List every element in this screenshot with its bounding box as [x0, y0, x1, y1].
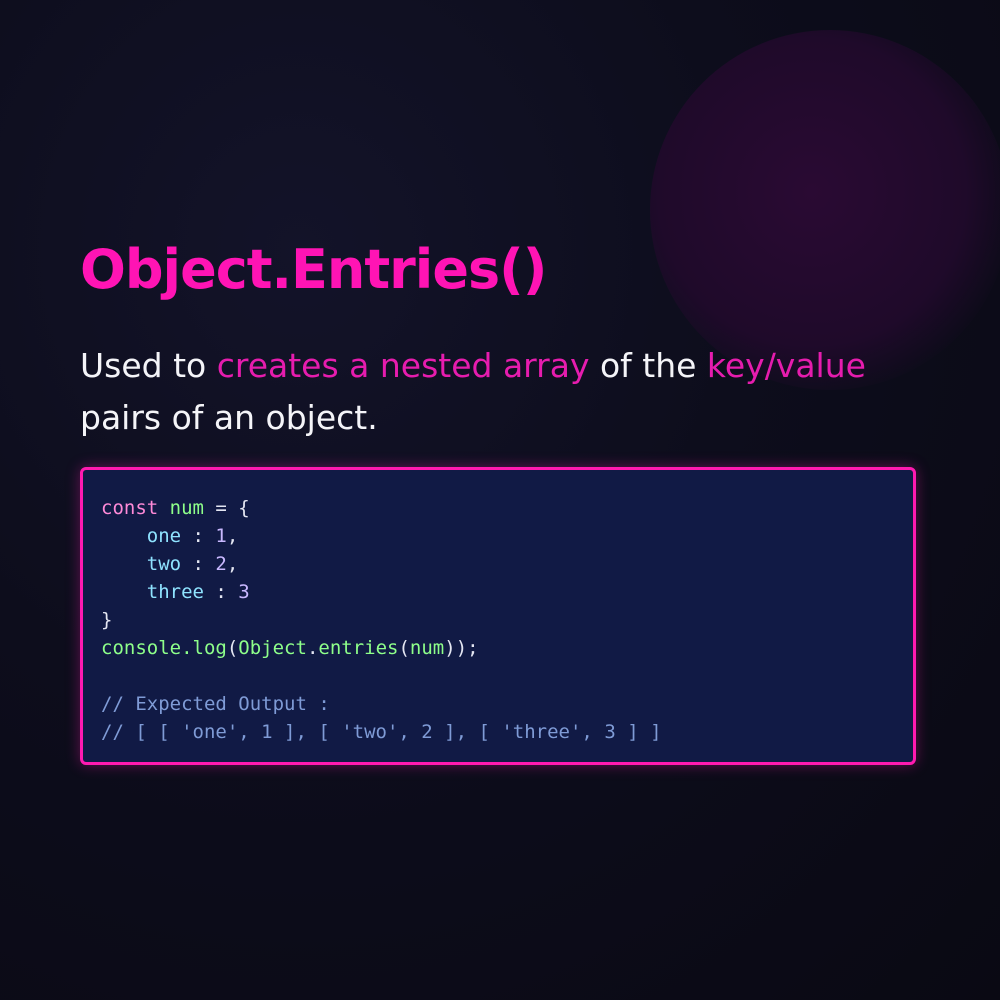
code-property: one [146, 525, 182, 547]
description: Used to creates a nested array of the ke… [80, 340, 940, 444]
code-number: 2 [215, 553, 227, 575]
description-text: of the [589, 346, 707, 385]
code-punctuation: : [181, 553, 216, 575]
code-punctuation: : [181, 525, 216, 547]
code-identifier: num [409, 637, 445, 659]
code-punctuation: ( [398, 637, 410, 659]
description-text: pairs of an object. [80, 398, 378, 437]
decorative-circle [650, 30, 1000, 390]
code-line: two : 2, [101, 550, 895, 578]
code-line: one : 1, [101, 522, 895, 550]
code-punctuation: , [226, 525, 239, 547]
code-punctuation: )); [444, 637, 479, 659]
code-line: } [101, 609, 113, 631]
code-comment: // Expected Output : [101, 693, 330, 715]
code-punctuation: , [226, 553, 239, 575]
code-property: two [146, 553, 182, 575]
code-function: entries [318, 637, 399, 659]
code-punctuation: . [306, 637, 319, 659]
description-text: Used to [80, 346, 217, 385]
code-punctuation: : [203, 581, 239, 603]
code-comment: // [ [ 'one', 1 ], [ 'two', 2 ], [ 'thre… [101, 721, 662, 743]
code-number: 3 [238, 581, 250, 603]
code-punctuation: = { [203, 497, 250, 519]
code-identifier: num [169, 497, 204, 519]
code-line: three : 3 [101, 578, 895, 606]
description-highlight: key/value [706, 346, 866, 385]
code-number: 1 [215, 525, 227, 547]
page-title: Object.Entries() [80, 238, 547, 301]
code-property: three [146, 581, 204, 603]
code-line: console.log(Object.entries(num)); [101, 634, 895, 662]
code-block: const num = { one : 1, two : 2, three : … [80, 467, 916, 765]
code-punctuation: ( [226, 637, 239, 659]
code-keyword: const [101, 497, 159, 519]
description-highlight: creates a nested array [216, 346, 590, 385]
code-function: Object [238, 637, 307, 659]
code-line: const num = { [101, 494, 895, 522]
code-function: console.log [101, 637, 227, 659]
